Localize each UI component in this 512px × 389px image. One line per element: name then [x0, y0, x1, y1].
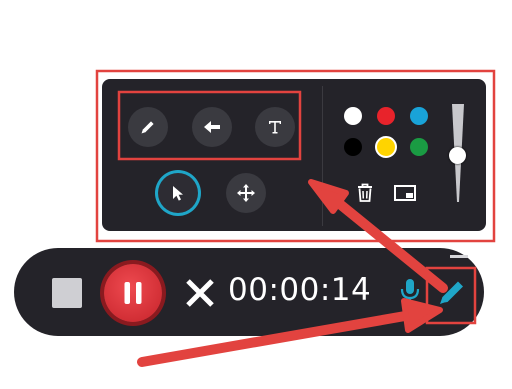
- color-swatch-red[interactable]: [377, 107, 395, 125]
- pause-button[interactable]: [104, 264, 162, 322]
- text-tool-button[interactable]: [255, 107, 295, 147]
- pencil-icon: [141, 121, 154, 134]
- stroke-size-thumb[interactable]: [449, 147, 466, 164]
- color-swatch-green[interactable]: [410, 138, 428, 156]
- whiteboard-icon: [394, 185, 416, 201]
- clear-drawing-button[interactable]: [354, 181, 376, 205]
- arrow-icon: [204, 121, 220, 133]
- pencil-tool-button[interactable]: [128, 107, 168, 147]
- pointer-icon: [173, 186, 183, 201]
- color-swatch-blue[interactable]: [410, 107, 428, 125]
- color-swatch-white[interactable]: [344, 107, 362, 125]
- cancel-recording-button[interactable]: [183, 276, 217, 310]
- pencil-icon: [440, 281, 463, 304]
- draw-tools-toggle-button[interactable]: [432, 276, 472, 312]
- pointer-tool-button[interactable]: [158, 173, 198, 213]
- toolbar-divider: [322, 86, 323, 226]
- color-swatch-yellow-selected[interactable]: [375, 136, 397, 158]
- whiteboard-button[interactable]: [392, 182, 418, 204]
- drawing-toolbar: [102, 79, 486, 231]
- collapse-handle[interactable]: [450, 255, 468, 258]
- stop-button[interactable]: [52, 278, 82, 308]
- microphone-icon: [400, 279, 420, 305]
- color-swatch-black[interactable]: [344, 138, 362, 156]
- move-icon: [237, 184, 255, 202]
- pause-icon: [124, 282, 142, 304]
- trash-icon: [358, 183, 372, 202]
- move-tool-button[interactable]: [226, 173, 266, 213]
- recording-timer: 00:00:14: [228, 272, 372, 308]
- arrow-tool-button[interactable]: [192, 107, 232, 147]
- microphone-button[interactable]: [398, 276, 422, 308]
- text-icon: [269, 121, 281, 134]
- close-icon: [186, 279, 214, 307]
